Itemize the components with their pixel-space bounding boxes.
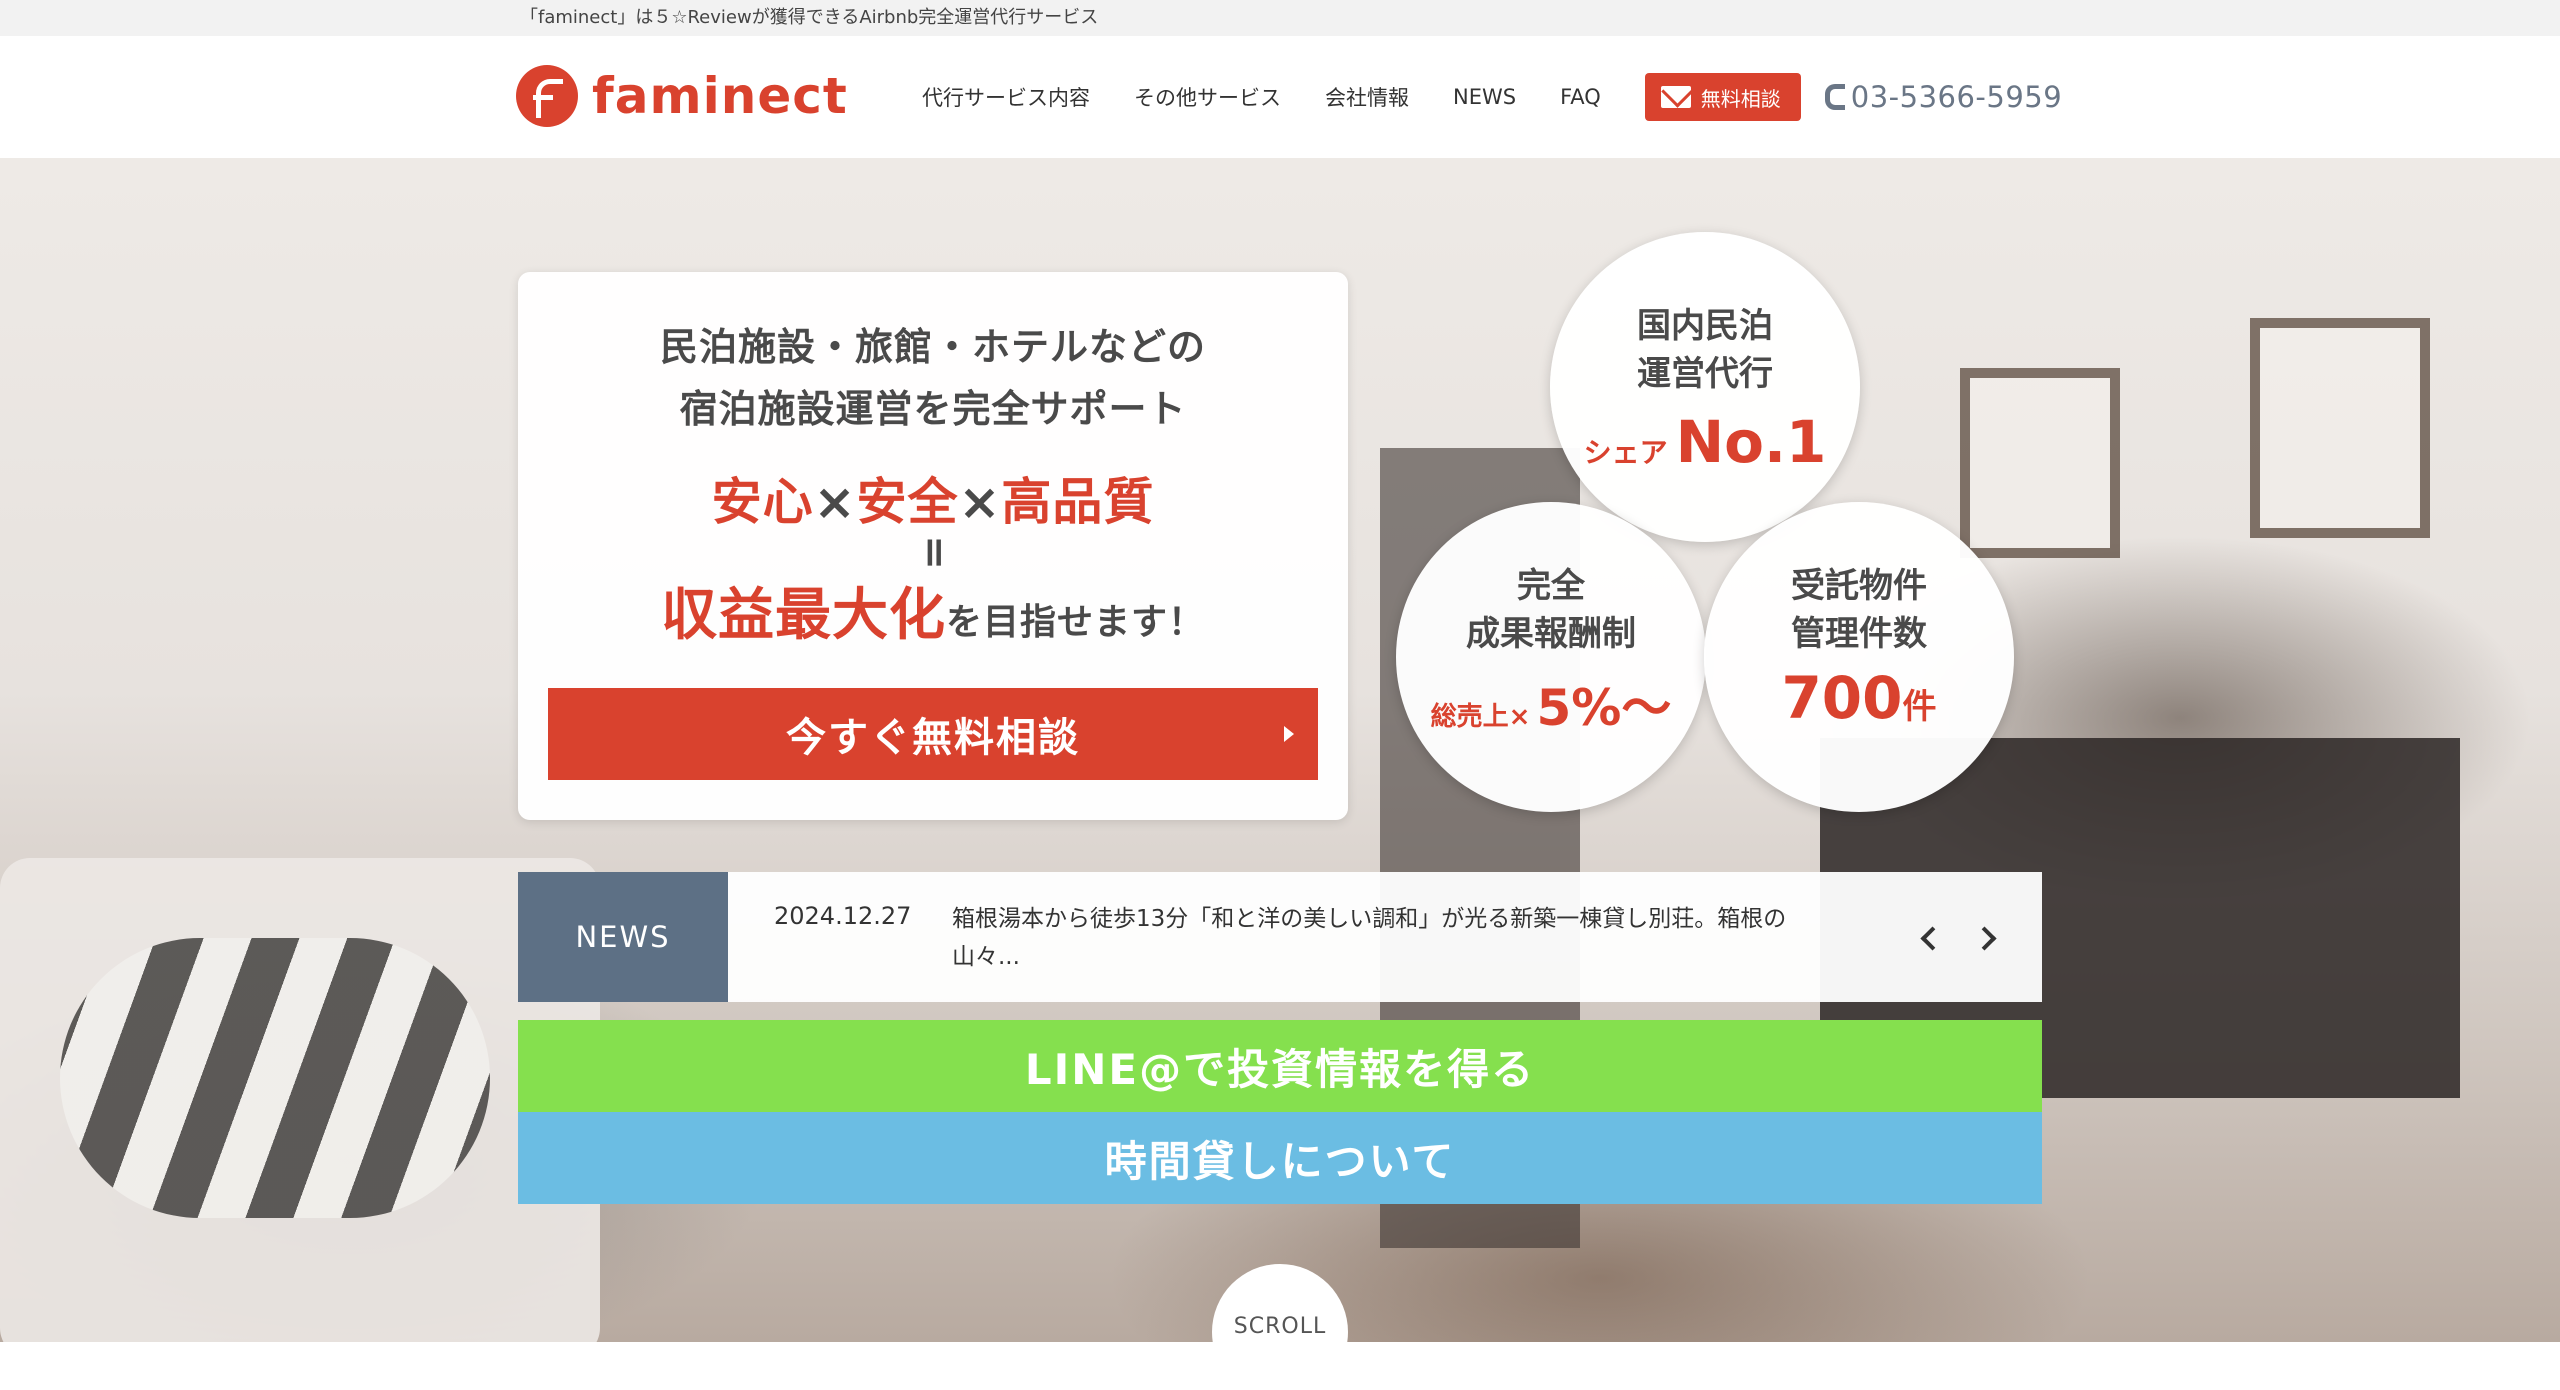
badge-label-line: 運営代行 (1637, 354, 1773, 394)
background-cushion (60, 938, 490, 1218)
nav-item-company[interactable]: 会社情報 (1325, 82, 1409, 112)
hero-card: 民泊施設・旅館・ホテルなどの 宿泊施設運営を完全サポート 安心×安全×高品質 ॥… (518, 272, 1348, 820)
phone-link[interactable]: 03-5366-5959 (1824, 80, 2063, 114)
news-ticker: NEWS 2024.12.27 箱根湯本から徒歩13分「和と洋の美しい調和」が光… (518, 872, 2042, 1002)
arrow-right-icon (1284, 726, 1294, 742)
badge-label-line: 管理件数 (1791, 614, 1927, 654)
scroll-button[interactable]: SCROLL (1212, 1264, 1348, 1342)
hero-lead: 民泊施設・旅館・ホテルなどの 宿泊施設運営を完全サポート (518, 316, 1348, 440)
chevron-right-icon[interactable] (1970, 920, 2006, 956)
site-header: faminect 代行サービス内容 その他サービス 会社情報 NEWS FAQ … (0, 36, 2560, 158)
logo[interactable]: faminect (516, 61, 848, 131)
consult-now-button[interactable]: 今すぐ無料相談 (548, 688, 1318, 780)
hero-equals: ॥ (920, 529, 946, 575)
news-date: 2024.12.27 (774, 902, 912, 930)
hourly-rental-banner[interactable]: 時間貸しについて (518, 1112, 2042, 1204)
hero-goal: 収益最大化を目指せます！ (518, 570, 1348, 651)
free-consultation-button[interactable]: 無料相談 (1644, 73, 1801, 121)
badge-label-line: 成果報酬制 (1466, 614, 1636, 654)
mail-icon (1660, 86, 1691, 108)
phone-icon (1824, 84, 1845, 110)
line-invest-info-banner[interactable]: LINE@で投資情報を得る (518, 1020, 2042, 1112)
badge-label: 完全 成果報酬制 (1396, 562, 1706, 658)
badge-number: 700 (1781, 664, 1903, 732)
background-frame (2250, 318, 2430, 538)
nav-item-faq[interactable]: FAQ (1560, 85, 1601, 109)
badge-success-fee: 完全 成果報酬制 総売上× 5%〜 (1396, 502, 1706, 812)
hero-lead-line-2: 宿泊施設運営を完全サポート (679, 387, 1187, 431)
main-nav: 代行サービス内容 その他サービス 会社情報 NEWS FAQ 無料相談 03-5… (922, 36, 2062, 158)
top-info-bar: 「faminect」は５☆Reviewが獲得できるAirbnb完全運営代行サービ… (0, 0, 2560, 36)
logo-mark-icon (516, 65, 578, 127)
consult-now-label: 今すぐ無料相談 (786, 715, 1080, 761)
badge-number: No.1 (1675, 408, 1827, 476)
hero-lead-line-1: 民泊施設・旅館・ホテルなどの (659, 325, 1206, 369)
free-consultation-label: 無料相談 (1700, 86, 1781, 111)
nav-item-other-services[interactable]: その他サービス (1134, 82, 1281, 112)
tagline: 「faminect」は５☆Reviewが獲得できるAirbnb完全運営代行サービ… (520, 7, 1099, 28)
hero-section: 民泊施設・旅館・ホテルなどの 宿泊施設運営を完全サポート 安心×安全×高品質 ॥… (0, 158, 2560, 1342)
page-bottom-area (0, 1342, 2560, 1390)
news-tag: NEWS (518, 872, 728, 1002)
badge-label: 国内民泊 運営代行 (1550, 302, 1860, 398)
badge-label: 受託物件 管理件数 (1704, 562, 2014, 658)
scroll-label: SCROLL (1233, 1314, 1327, 1339)
badge-share-no1: 国内民泊 運営代行 シェア No.1 (1550, 232, 1860, 542)
logo-text: faminect (592, 67, 848, 125)
badge-value: 総売上× 5%〜 (1396, 668, 1706, 740)
badge-label-line: 受託物件 (1791, 566, 1927, 606)
badge-prefix: 総売上× (1430, 702, 1531, 732)
hero-goal-tail: を目指せます！ (945, 602, 1205, 643)
news-headline-link[interactable]: 箱根湯本から徒歩13分「和と洋の美しい調和」が光る新築一棟貸し別荘。箱根の山々.… (952, 900, 1852, 976)
nav-item-news[interactable]: NEWS (1453, 85, 1516, 109)
hero-goal-emphasis: 収益最大化 (660, 583, 946, 648)
badge-suffix: 件 (1902, 687, 1937, 727)
badge-number: 5%〜 (1536, 679, 1672, 737)
badge-value: 700件 (1704, 664, 2014, 732)
badge-managed-count: 受託物件 管理件数 700件 (1704, 502, 2014, 812)
phone-number: 03-5366-5959 (1850, 80, 2063, 114)
background-frame (1960, 368, 2120, 558)
badge-label-line: 国内民泊 (1637, 306, 1773, 346)
chevron-left-icon[interactable] (1910, 920, 1946, 956)
badge-label-line: 完全 (1517, 566, 1585, 606)
nav-item-services[interactable]: 代行サービス内容 (922, 82, 1090, 112)
badge-prefix: シェア (1583, 436, 1668, 469)
badge-value: シェア No.1 (1550, 408, 1860, 476)
